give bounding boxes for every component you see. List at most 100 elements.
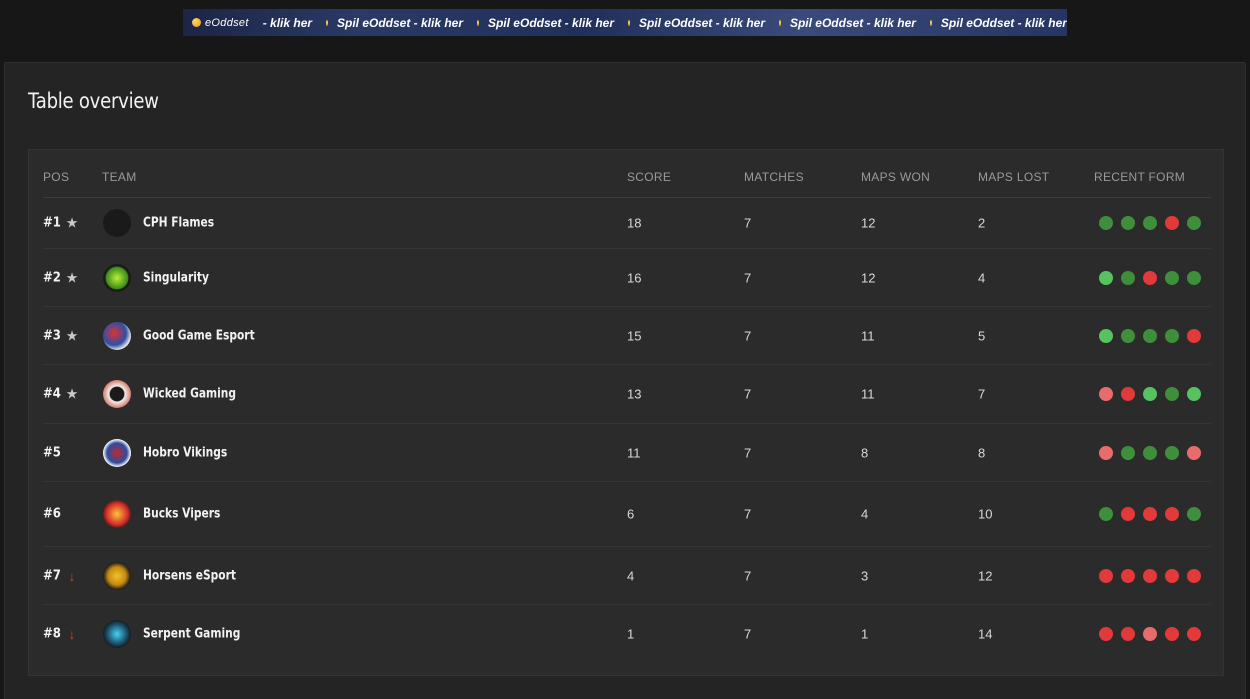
star-icon: ★ — [65, 269, 79, 285]
recent-form — [1099, 445, 1201, 460]
banner-text: Spil eOddset - klik her — [789, 15, 916, 30]
maps-won: 11 — [861, 386, 875, 402]
ball-icon — [628, 19, 630, 26]
matches: 7 — [744, 445, 752, 460]
recent-form — [1099, 216, 1201, 230]
table-row[interactable]: #3 ★ Good Game Esport 15 7 11 5 — [43, 307, 1211, 365]
ball-icon — [192, 18, 201, 27]
star-icon: ★ — [65, 327, 79, 343]
form-dot-win — [1121, 270, 1135, 285]
header-recent-form: RECENT FORM — [1094, 170, 1186, 184]
team-logo — [103, 438, 131, 467]
maps-lost: 5 — [978, 328, 986, 343]
team-name[interactable]: Wicked Gaming — [143, 387, 236, 402]
matches: 7 — [744, 215, 752, 231]
form-dot-win — [1121, 328, 1135, 343]
eoddset-logo: eOddset — [183, 17, 263, 29]
matches: 7 — [744, 270, 752, 285]
form-dot-win — [1121, 445, 1135, 460]
banner-text: Spil eOddset - klik her — [638, 15, 765, 30]
maps-lost: 7 — [978, 386, 986, 402]
form-dot-loss — [1143, 627, 1157, 641]
score: 13 — [627, 386, 642, 402]
form-dot-win — [1187, 270, 1201, 285]
star-icon: ★ — [65, 385, 79, 402]
form-dot-win — [1165, 270, 1179, 285]
banner-text: Spil eOddset - klik her — [336, 15, 464, 30]
maps-lost: 4 — [978, 270, 986, 285]
team-name[interactable]: Good Game Esport — [143, 328, 255, 343]
form-dot-win — [1165, 328, 1179, 343]
form-dot-loss — [1099, 627, 1113, 641]
team-name[interactable]: Singularity — [143, 270, 209, 285]
form-dot-win — [1099, 328, 1113, 343]
form-dot-loss — [1121, 387, 1135, 401]
header-matches: MATCHES — [744, 170, 804, 184]
position: #5 — [43, 445, 61, 460]
table-panel: Table overview POS TEAM SCORE MATCHES MA… — [4, 62, 1246, 699]
maps-lost: 8 — [978, 445, 986, 460]
form-dot-win — [1099, 270, 1113, 285]
team-logo — [103, 620, 131, 648]
position: #7 — [43, 568, 61, 583]
maps-won: 3 — [861, 568, 869, 583]
header-pos: POS — [43, 170, 70, 184]
team-name[interactable]: CPH Flames — [143, 216, 214, 231]
form-dot-win — [1099, 216, 1113, 230]
form-dot-loss — [1143, 270, 1157, 285]
ball-icon — [326, 19, 328, 26]
form-dot-win — [1121, 216, 1135, 230]
table-row[interactable]: #2 ★ Singularity 16 7 12 4 — [43, 249, 1211, 307]
table-row[interactable]: #8 ↓ Serpent Gaming 1 7 1 14 — [43, 605, 1211, 663]
matches: 7 — [744, 568, 752, 583]
recent-form — [1099, 387, 1201, 401]
form-dot-loss — [1187, 627, 1201, 641]
table-row[interactable]: #7 ↓ Horsens eSport 4 7 3 12 — [43, 547, 1211, 605]
position: #4 — [43, 386, 61, 402]
banner-text: Spil eOddset - klik her — [940, 15, 1067, 30]
recent-form — [1099, 270, 1201, 285]
form-dot-loss — [1165, 627, 1179, 641]
ad-banner[interactable]: eOddset - klik her Spil eOddset - klik h… — [183, 9, 1067, 36]
form-dot-win — [1187, 387, 1201, 401]
form-dot-loss — [1121, 627, 1135, 641]
form-dot-loss — [1121, 568, 1135, 583]
maps-won: 4 — [861, 506, 869, 522]
team-logo — [103, 561, 131, 590]
table-row[interactable]: #1 ★ CPH Flames 18 7 12 2 — [43, 198, 1211, 249]
table-row[interactable]: #5 Hobro Vikings 11 7 8 8 — [43, 424, 1211, 482]
form-dot-loss — [1165, 216, 1179, 230]
table-row[interactable]: #4 ★ Wicked Gaming 13 7 11 7 — [43, 365, 1211, 424]
maps-lost: 2 — [978, 215, 986, 231]
score: 15 — [627, 328, 642, 343]
form-dot-win — [1099, 507, 1113, 521]
position: #6 — [43, 506, 61, 522]
recent-form — [1099, 627, 1201, 641]
team-name[interactable]: Horsens eSport — [143, 568, 236, 583]
team-name[interactable]: Serpent Gaming — [143, 627, 240, 642]
star-icon: ★ — [65, 214, 79, 231]
score: 16 — [627, 270, 642, 285]
team-logo — [103, 209, 131, 237]
form-dot-win — [1187, 216, 1201, 230]
table-row[interactable]: #6 Bucks Vipers 6 7 4 10 — [43, 482, 1211, 547]
arrow-down-icon: ↓ — [68, 567, 76, 584]
form-dot-loss — [1187, 328, 1201, 343]
form-dot-loss — [1187, 445, 1201, 460]
position: #8 — [43, 626, 61, 642]
team-name[interactable]: Bucks Vipers — [143, 507, 220, 522]
banner-text: - klik her — [262, 15, 313, 30]
form-dot-win — [1143, 216, 1157, 230]
team-name[interactable]: Hobro Vikings — [143, 445, 227, 460]
ball-icon — [779, 19, 781, 26]
matches: 7 — [744, 328, 752, 343]
matches: 7 — [744, 506, 752, 522]
banner-brand: eOddset — [205, 16, 249, 29]
maps-lost: 10 — [978, 506, 993, 522]
recent-form — [1099, 328, 1201, 343]
maps-lost: 12 — [978, 568, 993, 583]
form-dot-win — [1165, 387, 1179, 401]
matches: 7 — [744, 626, 752, 642]
form-dot-win — [1165, 445, 1179, 460]
recent-form — [1099, 507, 1201, 521]
